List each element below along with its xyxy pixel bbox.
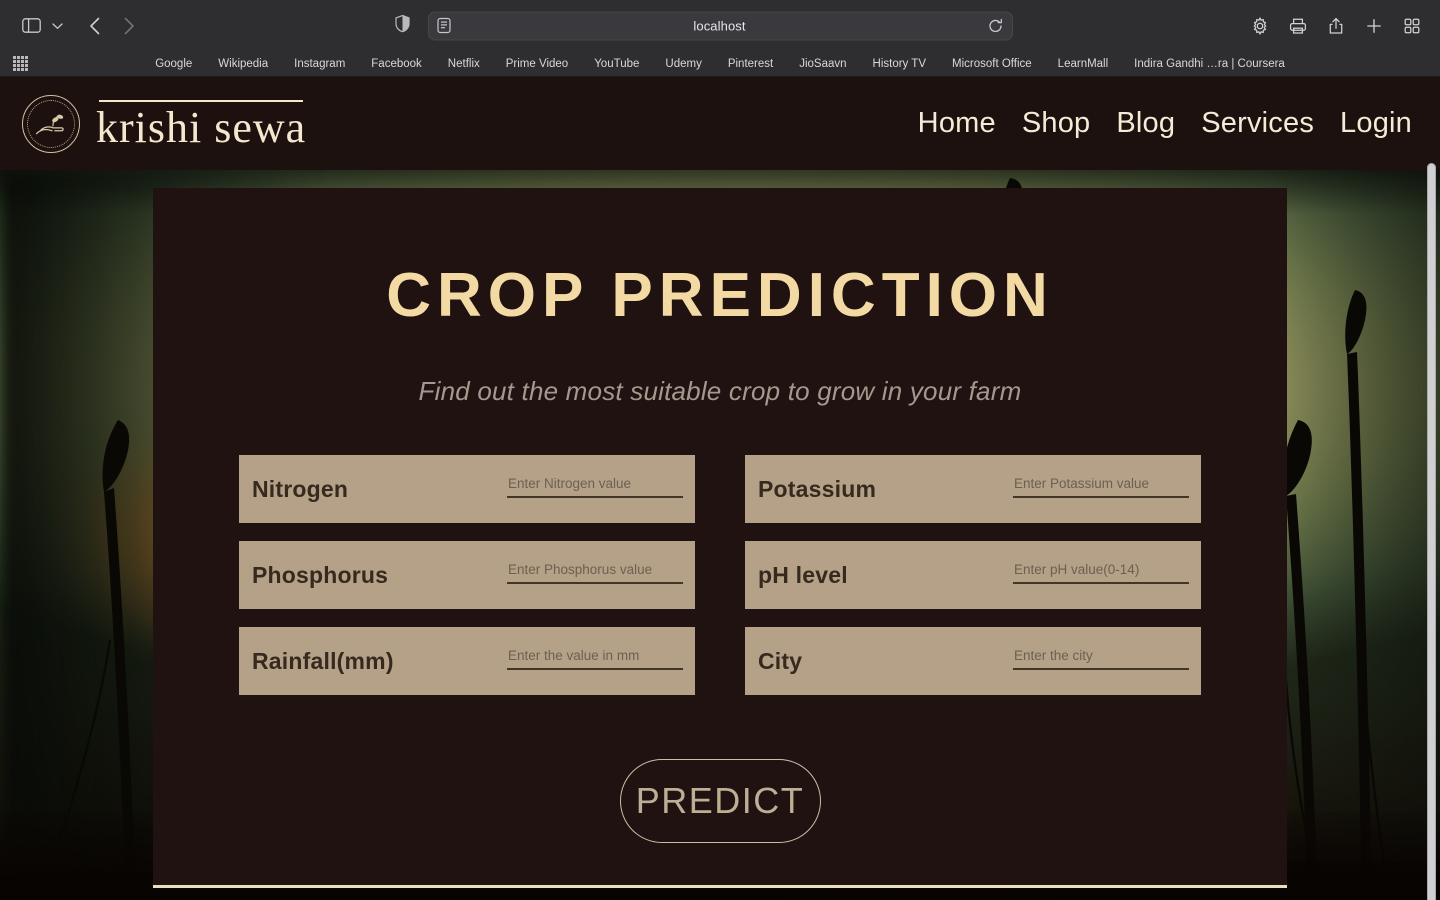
field-label: Nitrogen	[252, 475, 349, 502]
input-wrap	[507, 647, 683, 675]
nav-item-home[interactable]: Home	[918, 107, 996, 140]
page-subtitle: Find out the most suitable crop to grow …	[418, 376, 1022, 407]
sidebar-toggle-icon[interactable]	[18, 12, 44, 40]
krishi-sewa-badge-icon	[22, 94, 80, 153]
page-viewport: krishi sewa Home Shop Blog Services Logi…	[0, 77, 1440, 900]
bookmark-item[interactable]: Google	[155, 58, 192, 70]
input-wrap	[1013, 561, 1189, 589]
bookmark-item[interactable]: JioSaavn	[799, 58, 846, 70]
field-potassium[interactable]: Potassium	[745, 455, 1201, 524]
city-input[interactable]	[1013, 648, 1189, 671]
field-label: Potassium	[758, 475, 877, 502]
input-wrap	[1013, 475, 1189, 503]
nav-item-login[interactable]: Login	[1340, 107, 1412, 140]
predict-button-row: PREDICT	[153, 759, 1287, 844]
predict-button[interactable]: PREDICT	[619, 759, 821, 844]
reload-icon[interactable]	[988, 18, 1003, 33]
bookmark-item[interactable]: Netflix	[448, 58, 480, 70]
crop-prediction-form: Nitrogen Potassium Phosphorus	[239, 455, 1201, 696]
forward-arrow-icon[interactable]	[114, 12, 144, 40]
bookmark-item[interactable]: Udemy	[665, 58, 701, 70]
rainfall-input[interactable]	[507, 648, 683, 671]
share-icon[interactable]	[1322, 12, 1350, 40]
browser-toolbar: localhost	[0, 0, 1440, 51]
bookmark-item[interactable]: LearnMall	[1058, 58, 1109, 70]
field-rainfall[interactable]: Rainfall(mm)	[239, 627, 695, 696]
gear-icon[interactable]	[1246, 12, 1274, 40]
bookmark-item[interactable]: Wikipedia	[218, 58, 268, 70]
nitrogen-input[interactable]	[507, 476, 683, 499]
privacy-shield-icon[interactable]	[395, 14, 410, 37]
field-label: Phosphorus	[252, 561, 389, 588]
input-wrap	[507, 475, 683, 503]
ph-level-input[interactable]	[1013, 562, 1189, 585]
input-wrap	[507, 561, 683, 589]
input-wrap	[1013, 647, 1189, 675]
crop-prediction-card: CROP PREDICTION Find out the most suitab…	[153, 188, 1287, 888]
page-title: CROP PREDICTION	[386, 261, 1054, 330]
chevron-down-icon[interactable]	[48, 12, 66, 40]
page-scrollbar[interactable]	[1426, 163, 1437, 900]
address-bar-text: localhost	[693, 18, 746, 33]
field-label: Rainfall(mm)	[252, 647, 394, 674]
bookmark-item[interactable]: Prime Video	[506, 58, 568, 70]
back-arrow-icon[interactable]	[80, 12, 110, 40]
field-city[interactable]: City	[745, 627, 1201, 696]
field-ph-level[interactable]: pH level	[745, 541, 1201, 610]
scrollbar-thumb[interactable]	[1427, 163, 1436, 900]
potassium-input[interactable]	[1013, 476, 1189, 499]
bookmark-item[interactable]: Facebook	[371, 58, 422, 70]
bookmark-item[interactable]: Microsoft Office	[952, 58, 1032, 70]
bookmark-item[interactable]: History TV	[873, 58, 926, 70]
bookmark-item[interactable]: Instagram	[294, 58, 345, 70]
site-nav: Home Shop Blog Services Login	[918, 107, 1420, 140]
bookmark-item[interactable]: Indira Gandhi …ra | Coursera	[1134, 58, 1285, 70]
nav-item-services[interactable]: Services	[1201, 107, 1314, 140]
field-label: pH level	[758, 561, 848, 588]
reader-view-icon[interactable]	[437, 17, 451, 34]
bookmarks-bar: Google Wikipedia Instagram Facebook Netf…	[0, 51, 1440, 76]
plus-icon[interactable]	[1360, 12, 1388, 40]
phosphorus-input[interactable]	[507, 562, 683, 585]
brand-wordmark: krishi sewa	[96, 98, 306, 150]
field-nitrogen[interactable]: Nitrogen	[239, 455, 695, 524]
hero-section: CROP PREDICTION Find out the most suitab…	[0, 170, 1440, 900]
nav-item-shop[interactable]: Shop	[1022, 107, 1091, 140]
bookmark-item[interactable]: Pinterest	[728, 58, 773, 70]
print-icon[interactable]	[1284, 12, 1312, 40]
browser-chrome: localhost Google Wikipedia Instagram Fac…	[0, 0, 1440, 77]
bookmark-item[interactable]: YouTube	[594, 58, 639, 70]
nav-item-blog[interactable]: Blog	[1116, 107, 1175, 140]
toolbar-right-group	[1246, 12, 1426, 40]
tab-overview-icon[interactable]	[1398, 12, 1426, 40]
brand-logo[interactable]: krishi sewa	[22, 94, 306, 153]
bookmark-list: Google Wikipedia Instagram Facebook Netf…	[0, 58, 1440, 70]
toolbar-left-group	[0, 12, 144, 40]
field-phosphorus[interactable]: Phosphorus	[239, 541, 695, 610]
site-header: krishi sewa Home Shop Blog Services Logi…	[0, 77, 1440, 170]
field-label: City	[758, 647, 803, 674]
address-bar[interactable]: localhost	[428, 11, 1013, 40]
